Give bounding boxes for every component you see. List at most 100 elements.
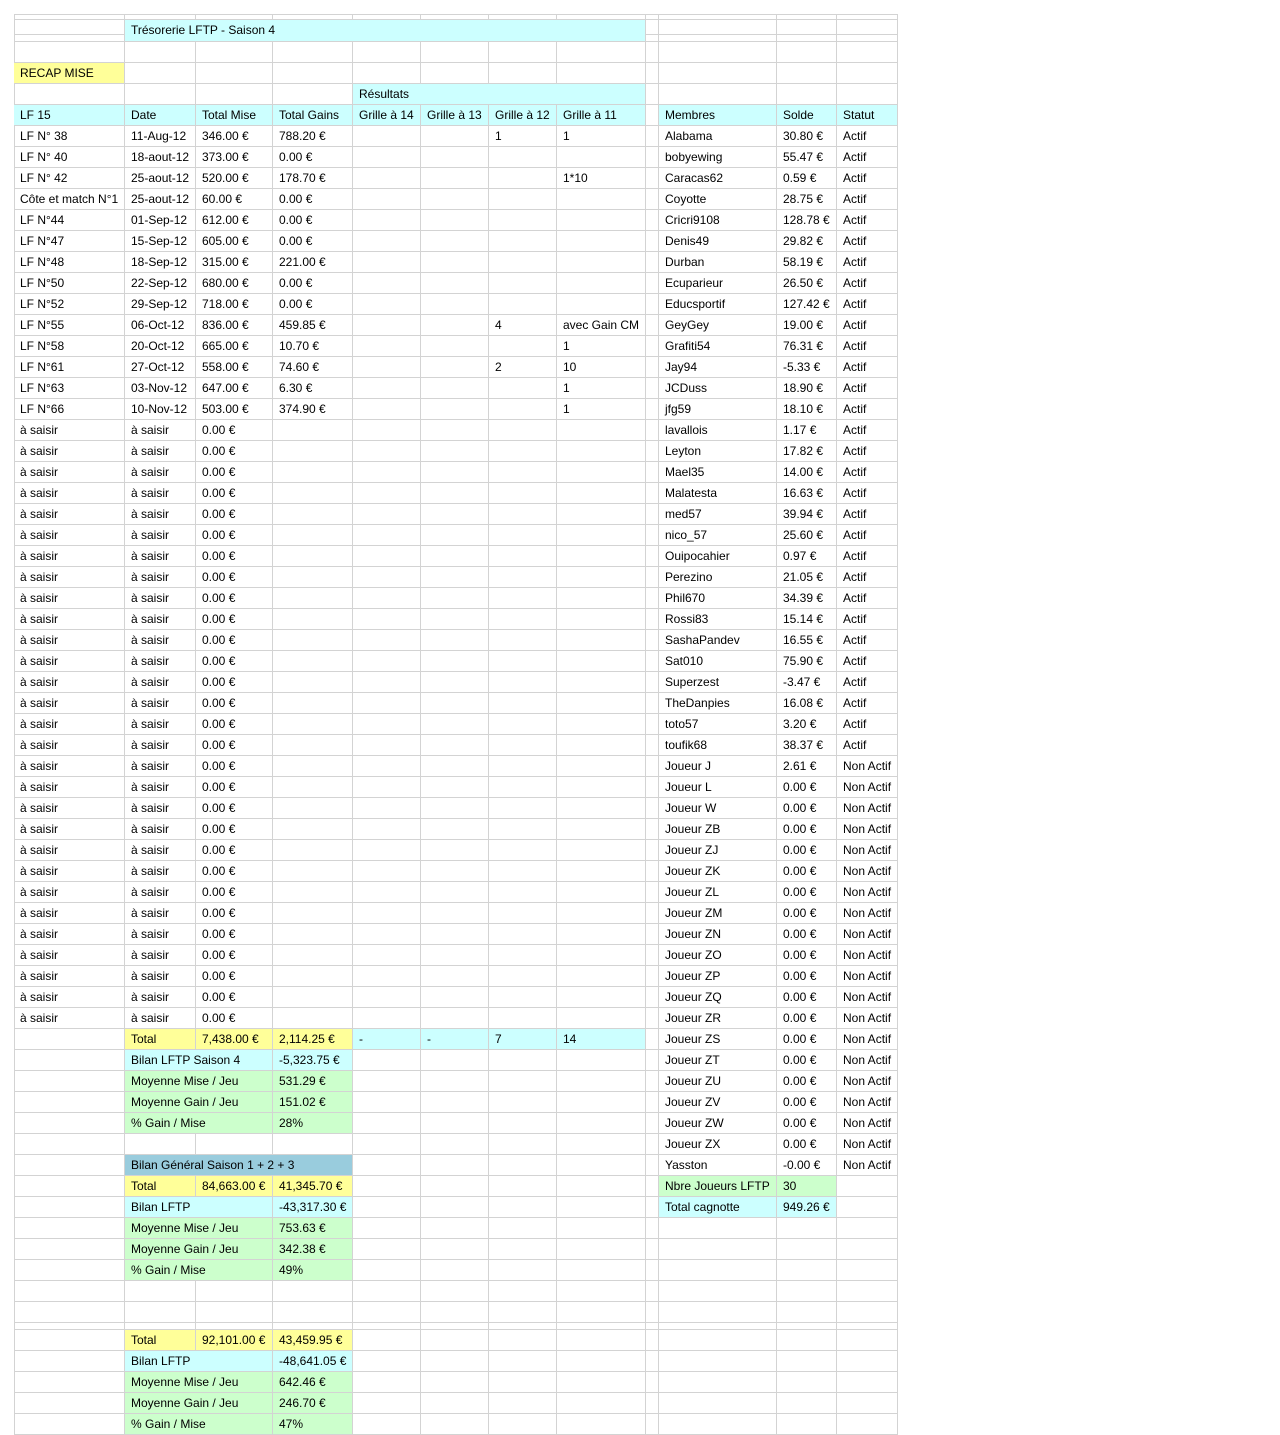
empty-cell[interactable] [557,546,646,567]
overall-stat-label[interactable]: Moyenne Mise / Jeu [125,1372,273,1393]
empty-cell[interactable] [557,861,646,882]
empty-cell[interactable] [646,756,659,777]
empty-cell[interactable] [353,1372,421,1393]
overall-total-gains[interactable]: 43,459.95 € [273,1330,353,1351]
member-status[interactable]: Non Actif [837,798,898,819]
member-solde[interactable]: 30.80 € [777,126,837,147]
member-status[interactable]: Non Actif [837,861,898,882]
empty-cell[interactable] [659,1372,777,1393]
member-status[interactable]: Actif [837,567,898,588]
placeholder-mise[interactable]: 0.00 € [196,777,273,798]
season-total-g11[interactable]: 14 [557,1029,646,1050]
empty-cell[interactable] [489,1050,557,1071]
empty-cell[interactable] [489,945,557,966]
empty-cell[interactable] [273,14,353,20]
placeholder-date[interactable]: à saisir [125,924,196,945]
game-cell[interactable]: LF N° 40 [14,147,125,168]
member-status[interactable]: Actif [837,420,898,441]
placeholder-date[interactable]: à saisir [125,420,196,441]
member-name[interactable]: Joueur ZJ [659,840,777,861]
empty-cell[interactable] [659,1239,777,1260]
empty-cell[interactable] [353,924,421,945]
empty-cell[interactable] [777,84,837,105]
game-cell[interactable]: 25-aout-12 [125,189,196,210]
empty-cell[interactable] [646,546,659,567]
empty-cell[interactable] [421,819,489,840]
empty-cell[interactable] [353,987,421,1008]
game-cell[interactable] [557,252,646,273]
empty-cell[interactable] [489,651,557,672]
member-status[interactable]: Non Actif [837,945,898,966]
empty-cell[interactable] [646,840,659,861]
empty-cell[interactable] [273,441,353,462]
game-cell[interactable] [557,210,646,231]
placeholder-mise[interactable]: 0.00 € [196,1008,273,1029]
game-cell[interactable] [353,189,421,210]
member-status[interactable]: Non Actif [837,903,898,924]
empty-cell[interactable] [14,1260,125,1281]
placeholder-label[interactable]: à saisir [14,672,125,693]
empty-cell[interactable] [273,42,353,63]
empty-cell[interactable] [646,1155,659,1176]
empty-cell[interactable] [489,861,557,882]
empty-cell[interactable] [421,525,489,546]
empty-cell[interactable] [777,1260,837,1281]
empty-cell[interactable] [421,756,489,777]
empty-cell[interactable] [646,924,659,945]
empty-cell[interactable] [489,1302,557,1323]
member-name[interactable]: Rossi83 [659,609,777,630]
empty-cell[interactable] [353,1323,421,1330]
empty-cell[interactable] [489,756,557,777]
placeholder-mise[interactable]: 0.00 € [196,651,273,672]
game-cell[interactable]: 01-Sep-12 [125,210,196,231]
empty-cell[interactable] [646,210,659,231]
member-solde[interactable]: 0.59 € [777,168,837,189]
empty-cell[interactable] [557,735,646,756]
empty-cell[interactable] [273,1008,353,1029]
season-total-label[interactable]: Total [125,1029,196,1050]
member-name[interactable]: Grafiti54 [659,336,777,357]
empty-cell[interactable] [125,84,196,105]
empty-cell[interactable] [489,672,557,693]
placeholder-date[interactable]: à saisir [125,672,196,693]
member-status[interactable]: Actif [837,189,898,210]
empty-cell[interactable] [837,1414,898,1435]
game-cell[interactable]: LF N°63 [14,378,125,399]
member-solde[interactable]: 0.00 € [777,798,837,819]
column-header[interactable]: Date [125,105,196,126]
empty-cell[interactable] [837,1372,898,1393]
season-total-gains[interactable]: 2,114.25 € [273,1029,353,1050]
empty-cell[interactable] [837,1323,898,1330]
empty-cell[interactable] [273,567,353,588]
empty-cell[interactable] [557,798,646,819]
general-stat-value[interactable]: 342.38 € [273,1239,353,1260]
empty-cell[interactable] [489,1218,557,1239]
placeholder-label[interactable]: à saisir [14,861,125,882]
empty-cell[interactable] [777,1414,837,1435]
empty-cell[interactable] [557,483,646,504]
placeholder-date[interactable]: à saisir [125,840,196,861]
season-stat-label[interactable]: % Gain / Mise [125,1113,273,1134]
empty-cell[interactable] [777,1239,837,1260]
placeholder-mise[interactable]: 0.00 € [196,840,273,861]
member-solde[interactable]: 16.63 € [777,483,837,504]
empty-cell[interactable] [777,63,837,84]
empty-cell[interactable] [837,1176,898,1197]
member-status[interactable]: Actif [837,294,898,315]
empty-cell[interactable] [421,987,489,1008]
empty-cell[interactable] [646,1176,659,1197]
empty-cell[interactable] [421,882,489,903]
empty-cell[interactable] [353,819,421,840]
member-status[interactable]: Actif [837,672,898,693]
empty-cell[interactable] [489,1176,557,1197]
placeholder-label[interactable]: à saisir [14,588,125,609]
empty-cell[interactable] [646,966,659,987]
placeholder-date[interactable]: à saisir [125,525,196,546]
game-cell[interactable] [557,231,646,252]
member-status[interactable]: Non Actif [837,924,898,945]
placeholder-label[interactable]: à saisir [14,483,125,504]
member-solde[interactable]: 34.39 € [777,588,837,609]
empty-cell[interactable] [421,588,489,609]
placeholder-label[interactable]: à saisir [14,882,125,903]
empty-cell[interactable] [353,1330,421,1351]
